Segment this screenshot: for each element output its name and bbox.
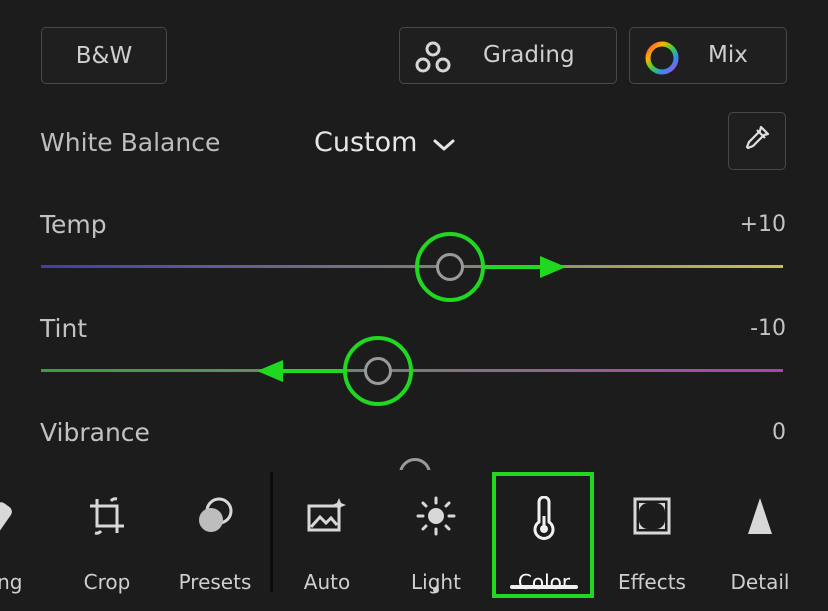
sun-icon	[416, 496, 456, 540]
tool-crop[interactable]: Crop	[57, 490, 157, 600]
mix-button-label: Mix	[708, 42, 748, 68]
tool-effects-label: Effects	[618, 570, 686, 594]
tool-presets-label: Presets	[178, 570, 252, 594]
effects-icon	[632, 496, 672, 540]
tool-healing[interactable]: ling	[0, 490, 50, 600]
grading-icon	[414, 40, 452, 80]
light-indicator-dot	[433, 587, 439, 593]
toolbar-divider	[270, 472, 273, 592]
crop-icon	[87, 496, 127, 540]
eyedropper-icon	[742, 123, 772, 159]
eyedropper-button[interactable]	[728, 112, 786, 170]
tool-effects[interactable]: Effects	[602, 490, 702, 600]
chevron-down-icon	[433, 128, 455, 159]
healing-icon	[0, 496, 22, 540]
color-highlight-box	[492, 472, 594, 598]
tool-presets[interactable]: Presets	[165, 490, 265, 600]
tool-auto[interactable]: Auto	[277, 490, 377, 600]
presets-icon	[195, 496, 235, 540]
grading-button-label: Grading	[483, 42, 575, 68]
vibrance-value: 0	[772, 420, 786, 445]
grading-button[interactable]: Grading	[399, 27, 617, 84]
white-balance-value: Custom	[314, 127, 418, 158]
temp-label: Temp	[40, 210, 107, 239]
vibrance-label: Vibrance	[40, 418, 150, 447]
color-wheel-icon	[644, 40, 680, 82]
temp-highlight-circle	[415, 232, 485, 302]
auto-icon	[306, 496, 348, 540]
white-balance-label: White Balance	[40, 128, 221, 157]
temp-value: +10	[739, 212, 786, 237]
left-arrow-annotation	[257, 360, 343, 382]
tool-healing-label: ling	[0, 570, 23, 594]
tint-value: -10	[750, 316, 786, 341]
bw-button[interactable]: B&W	[41, 27, 167, 84]
tool-detail[interactable]: Detail	[710, 490, 810, 600]
tool-detail-label: Detail	[730, 570, 790, 594]
tool-auto-label: Auto	[303, 570, 351, 594]
right-arrow-annotation	[484, 256, 566, 278]
tint-highlight-circle	[343, 336, 413, 406]
tool-crop-label: Crop	[83, 570, 131, 594]
tint-label: Tint	[40, 314, 88, 343]
mix-button[interactable]: Mix	[629, 27, 787, 84]
bottom-toolbar: ling Crop Presets	[0, 470, 828, 611]
white-balance-dropdown[interactable]: Custom	[314, 126, 455, 159]
tool-light[interactable]: Light	[386, 490, 486, 600]
temp-slider-track[interactable]	[41, 265, 783, 268]
bw-button-label: B&W	[75, 42, 133, 69]
detail-icon	[744, 496, 776, 540]
